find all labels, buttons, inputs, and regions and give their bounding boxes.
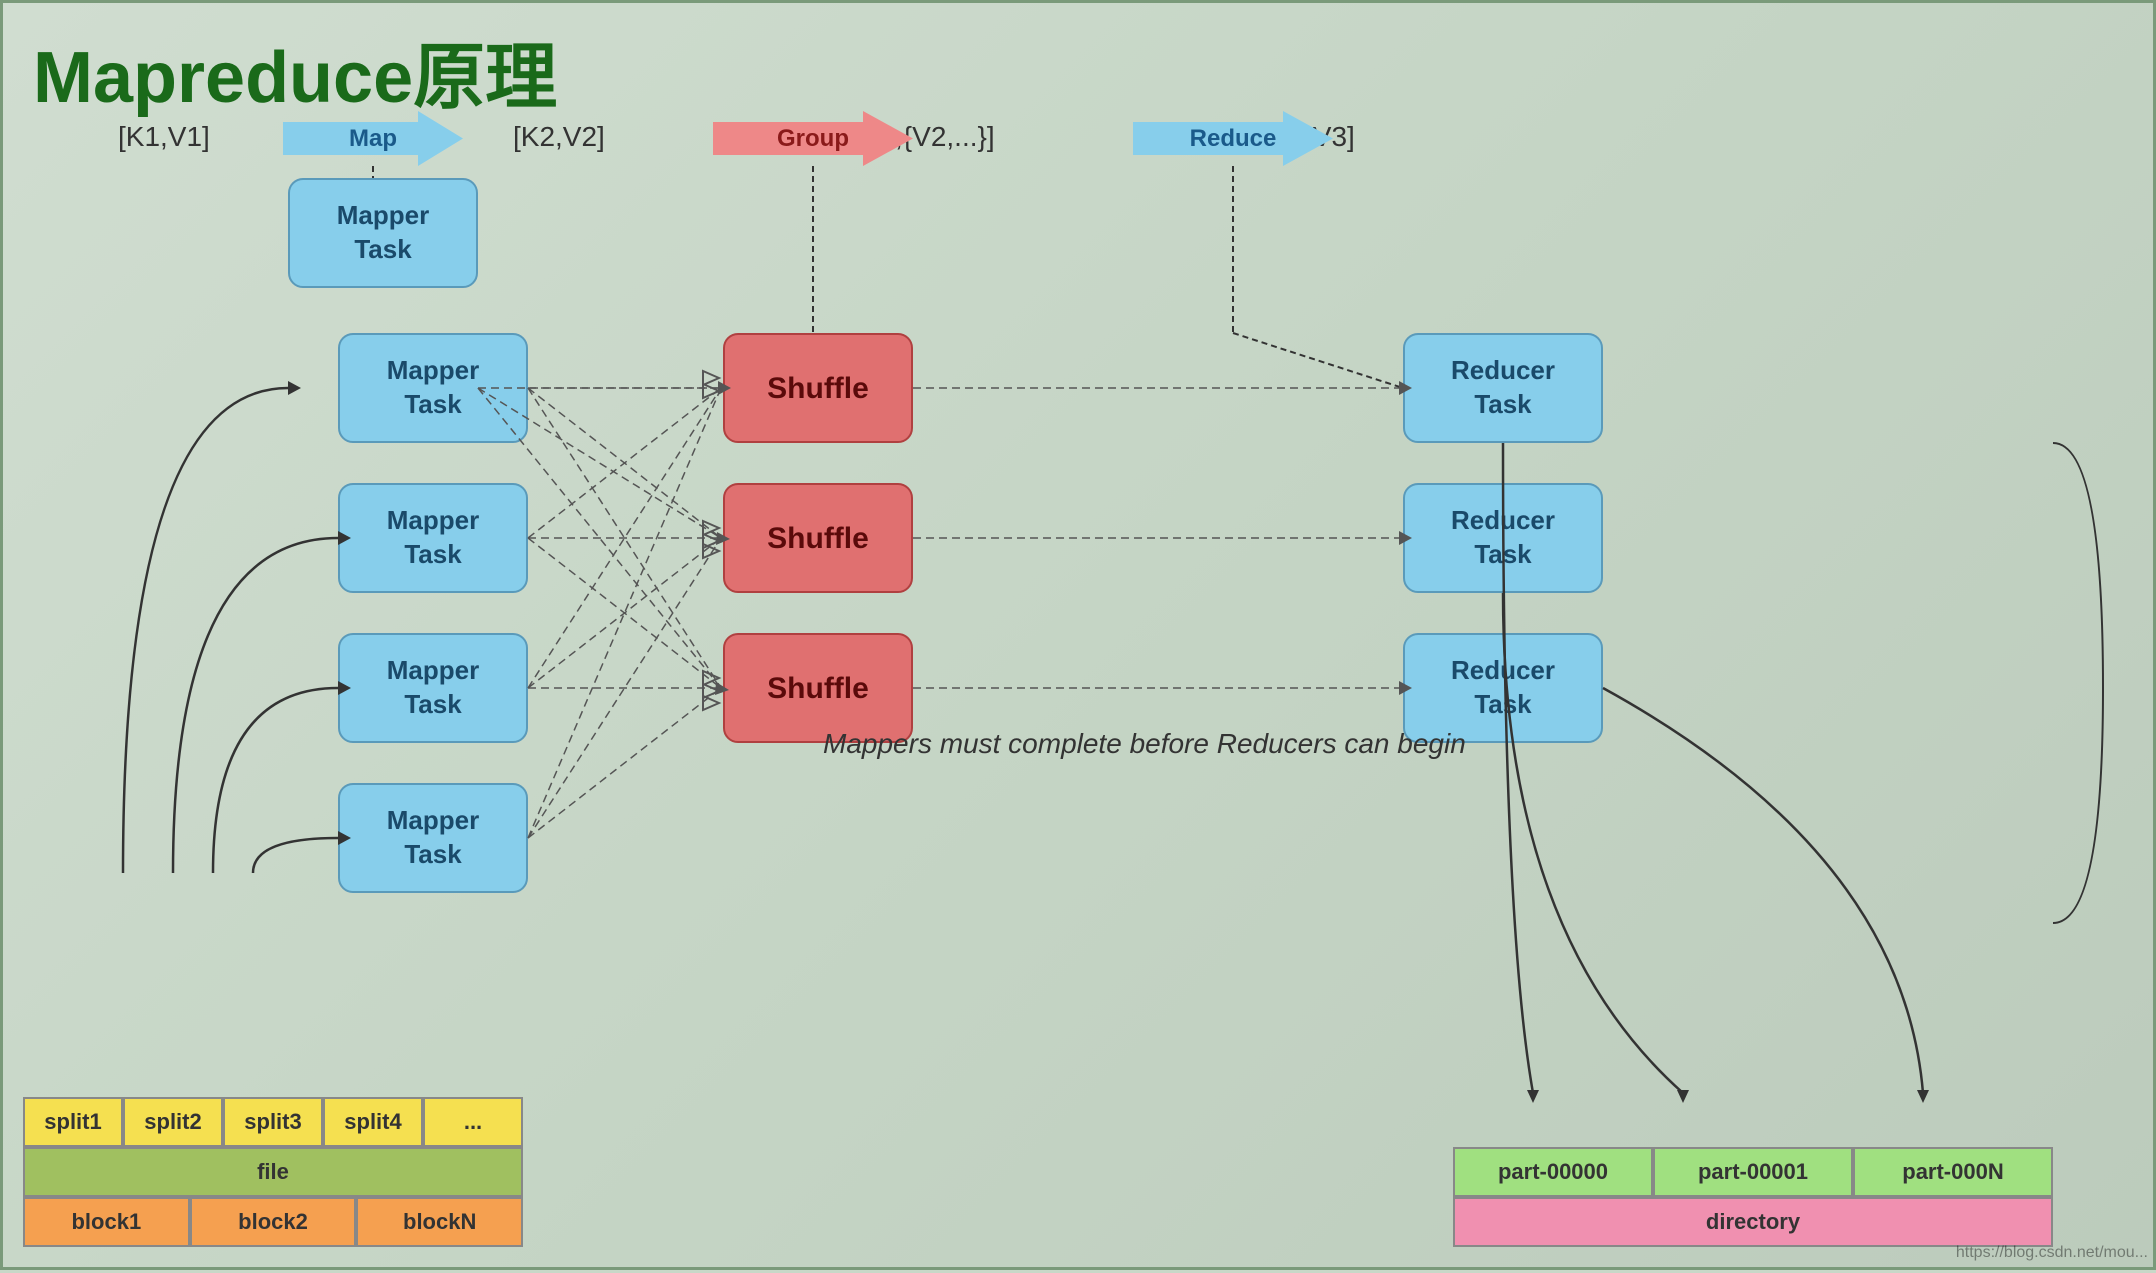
group-arrow: Group (713, 111, 913, 166)
main-container: Mapreduce原理 [K1,V1] [K2,V2] [K2,{V2,...}… (0, 0, 2156, 1270)
file-row: file (23, 1147, 523, 1197)
parts-row: part-00000 part-00001 part-000N (1453, 1147, 2053, 1197)
part1-cell: part-00001 (1653, 1147, 1853, 1197)
mapper-task-5: MapperTask (338, 783, 528, 893)
split2-cell: split2 (123, 1097, 223, 1147)
note-text: Mappers must complete before Reducers ca… (823, 723, 1466, 765)
split-etc-cell: ... (423, 1097, 523, 1147)
directory-row: directory (1453, 1197, 2053, 1247)
bottom-table-right: part-00000 part-00001 part-000N director… (1453, 1147, 2053, 1247)
directory-cell: directory (1453, 1197, 2053, 1247)
label-k1v1: [K1,V1] (118, 121, 210, 153)
partN-cell: part-000N (1853, 1147, 2053, 1197)
splits-row: split1 split2 split3 split4 ... (23, 1097, 523, 1147)
mapper-task-1: MapperTask (288, 178, 478, 288)
shuffle-1: Shuffle (723, 333, 913, 443)
watermark: https://blog.csdn.net/mou... (1956, 1244, 2148, 1262)
reduce-arrow: Reduce (1133, 111, 1333, 166)
bottom-table-left: split1 split2 split3 split4 ... file blo… (23, 1097, 523, 1247)
split3-cell: split3 (223, 1097, 323, 1147)
blocks-row: block1 block2 blockN (23, 1197, 523, 1247)
mapper-task-2: MapperTask (338, 333, 528, 443)
reducer-task-2: ReducerTask (1403, 483, 1603, 593)
block2-cell: block2 (190, 1197, 357, 1247)
label-k2v2: [K2,V2] (513, 121, 605, 153)
block1-cell: block1 (23, 1197, 190, 1247)
file-cell: file (23, 1147, 523, 1197)
part0-cell: part-00000 (1453, 1147, 1653, 1197)
split1-cell: split1 (23, 1097, 123, 1147)
shuffle-2: Shuffle (723, 483, 913, 593)
mapper-task-4: MapperTask (338, 633, 528, 743)
split4-cell: split4 (323, 1097, 423, 1147)
page-title: Mapreduce原理 (33, 18, 557, 123)
blockN-cell: blockN (356, 1197, 523, 1247)
mapper-task-3: MapperTask (338, 483, 528, 593)
reducer-task-1: ReducerTask (1403, 333, 1603, 443)
